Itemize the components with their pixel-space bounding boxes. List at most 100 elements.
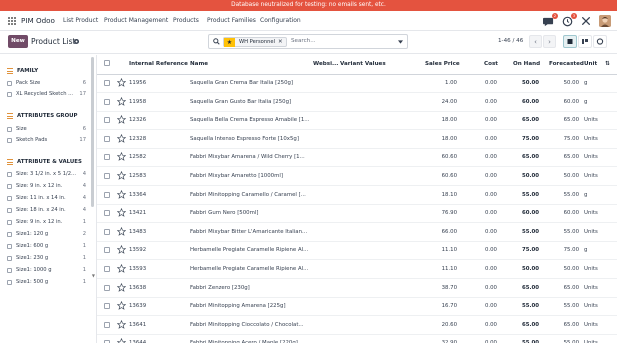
favorite-star-icon[interactable]: [117, 226, 126, 238]
row-checkbox[interactable]: [104, 228, 110, 235]
activity-view-button[interactable]: [593, 35, 607, 48]
kanban-view-icon: [582, 39, 588, 44]
filter-item[interactable]: Size1: 230 g1: [7, 255, 86, 263]
row-checkbox[interactable]: [104, 117, 110, 124]
favorite-star-icon[interactable]: [117, 133, 126, 145]
table-row[interactable]: 12582 Fabbri Mixybar Amarena / Wild Cherr…: [97, 149, 617, 168]
column-variant-values[interactable]: Variant Values: [340, 61, 386, 67]
column-website[interactable]: Websi...: [313, 61, 338, 67]
filter-item[interactable]: Size: 18 in. x 24 in. 4: [7, 207, 86, 215]
filter-item[interactable]: Size1: 120 g2: [7, 231, 86, 239]
row-checkbox[interactable]: [104, 135, 110, 142]
gear-icon[interactable]: [73, 38, 80, 45]
select-all-checkbox[interactable]: [104, 60, 110, 66]
filter-item[interactable]: Size: 11 in. x 14 in. 4: [7, 195, 86, 203]
search-bar[interactable]: ★ WH Personnel ✕ Search...: [208, 34, 408, 49]
row-checkbox[interactable]: [104, 303, 110, 310]
filter-item[interactable]: Size1: 1000 g1: [7, 267, 86, 275]
row-checkbox[interactable]: [104, 98, 110, 105]
search-facet[interactable]: ★ WH Personnel ✕: [223, 37, 287, 47]
pager-value[interactable]: 1-46 / 46: [498, 38, 523, 44]
row-checkbox[interactable]: [104, 80, 110, 86]
filter-item[interactable]: Size 6: [7, 126, 86, 134]
filter-item[interactable]: Size: 9 in. x 12 in. 4: [7, 183, 86, 191]
favorite-star-icon[interactable]: [117, 338, 126, 343]
row-checkbox[interactable]: [104, 284, 110, 291]
table-row[interactable]: 13593 Herbamelle Pregiate Caramelle Ripie…: [97, 261, 617, 279]
table-row[interactable]: 13592 Herbamelle Pregiate Caramelle Ripie…: [97, 242, 617, 261]
filter-item[interactable]: XL Recycled Sketch ... 17: [7, 91, 86, 99]
filter-item[interactable]: Size: 9 in. x 12 in. 1: [7, 219, 86, 227]
row-checkbox[interactable]: [104, 154, 110, 161]
favorite-star-icon[interactable]: [117, 96, 126, 108]
user-avatar[interactable]: [599, 15, 611, 27]
facet-remove-icon[interactable]: ✕: [278, 39, 286, 45]
column-sales-price[interactable]: Sales Price: [425, 61, 460, 67]
favorite-star-icon[interactable]: [117, 115, 126, 126]
column-name[interactable]: Name: [190, 61, 208, 67]
menu-products[interactable]: Products: [173, 17, 199, 24]
table-row[interactable]: 13421 Fabbri Gum Nero [500ml] 76.90 0.00 60.…: [97, 205, 617, 224]
filter-item[interactable]: Size: 3 1/2 in. x 5 1/2... 4: [7, 171, 86, 179]
search-input[interactable]: Search...: [291, 38, 316, 44]
row-checkbox[interactable]: [104, 247, 110, 254]
row-checkbox[interactable]: [104, 321, 110, 328]
menu-product-families[interactable]: Product Families: [207, 17, 256, 24]
column-forecasted[interactable]: Forecasted: [549, 61, 584, 67]
favorite-star-icon[interactable]: [117, 282, 126, 294]
column-internal-reference[interactable]: Internal Reference: [129, 61, 188, 67]
column-settings-icon[interactable]: ⇅: [605, 61, 610, 67]
tools-icon[interactable]: [581, 16, 591, 26]
table-row[interactable]: 13644Fabbri Minitopping Acero / Maple [2…: [97, 335, 617, 343]
apps-grid-icon[interactable]: [8, 17, 16, 25]
pager-next-button[interactable]: ›: [543, 35, 556, 48]
activity-button[interactable]: 3: [562, 12, 577, 27]
caret-down-icon[interactable]: [398, 40, 403, 44]
cell-forecasted: 60.00: [563, 210, 579, 217]
menu-configuration[interactable]: Configuration: [260, 17, 301, 24]
chat-button[interactable]: 2: [543, 12, 558, 27]
favorite-star-icon[interactable]: [117, 171, 126, 182]
favorite-star-icon[interactable]: [117, 319, 126, 331]
favorite-star-icon[interactable]: [117, 189, 126, 201]
search-icon: [213, 38, 220, 45]
kanban-view-button[interactable]: [578, 35, 592, 48]
table-row[interactable]: 13639 Fabbri Minitopping Amarena [225g] 16…: [97, 298, 617, 317]
favorite-star-icon[interactable]: [117, 152, 126, 163]
table-row[interactable]: 12326 Saquella Bella Crema Espresso Amabi…: [97, 112, 617, 131]
favorite-star-icon[interactable]: [117, 245, 126, 256]
new-button[interactable]: New: [8, 35, 28, 48]
table-row[interactable]: 13641 Fabbri Minitopping Cioccolato / Cho…: [97, 317, 617, 335]
favorite-star-icon[interactable]: [117, 78, 126, 89]
row-checkbox[interactable]: [104, 210, 110, 217]
table-row[interactable]: 13364 Fabbri Minitopping Caramello / Cara…: [97, 187, 617, 205]
filter-item[interactable]: Size1: 500 g1: [7, 279, 86, 287]
filter-item[interactable]: Sketch Pads 17: [7, 137, 86, 145]
row-checkbox[interactable]: [104, 266, 110, 272]
favorite-star-icon[interactable]: [117, 301, 126, 312]
menu-list-product[interactable]: List Product: [63, 17, 98, 24]
filter-item[interactable]: Pack Size 6: [7, 80, 86, 88]
table-row[interactable]: 13638 Fabbri Zenzero [230g] 38.70 0.00 65.00…: [97, 280, 617, 298]
filter-item[interactable]: Size1: 600 g1: [7, 243, 86, 251]
column-unit[interactable]: Unit: [584, 61, 597, 67]
menu-product-management[interactable]: Product Management: [104, 17, 168, 24]
column-cost[interactable]: Cost: [484, 61, 498, 67]
scroll-down-icon[interactable]: ▼: [92, 273, 95, 278]
favorite-star-icon[interactable]: [117, 264, 126, 275]
sidebar-scrollbar[interactable]: [91, 57, 94, 207]
list-view-button[interactable]: [563, 35, 577, 48]
app-brand[interactable]: PIM Odoo: [21, 16, 55, 25]
cell-ref: 11958: [129, 98, 147, 105]
column-on-hand[interactable]: On Hand: [513, 61, 540, 67]
row-checkbox[interactable]: [104, 173, 110, 179]
star-icon: ★: [224, 37, 235, 47]
table-row[interactable]: 13483 Fabbri Mixybar Bitter L'Amaricante …: [97, 224, 617, 242]
favorite-star-icon[interactable]: [117, 208, 126, 219]
pager-previous-button[interactable]: ‹: [529, 35, 542, 48]
table-row[interactable]: 11958 Saquella Gran Gusto Bar Italia [250…: [97, 94, 617, 112]
table-row[interactable]: 12328 Saquella Intenso Espresso Forte [10…: [97, 131, 617, 149]
row-checkbox[interactable]: [104, 191, 110, 198]
table-row[interactable]: 12583 Fabbri Mixybar Amaretto [1000ml] 60.…: [97, 168, 617, 186]
table-row[interactable]: 11956 Saquella Gran Crema Bar Italia [250…: [97, 75, 617, 93]
